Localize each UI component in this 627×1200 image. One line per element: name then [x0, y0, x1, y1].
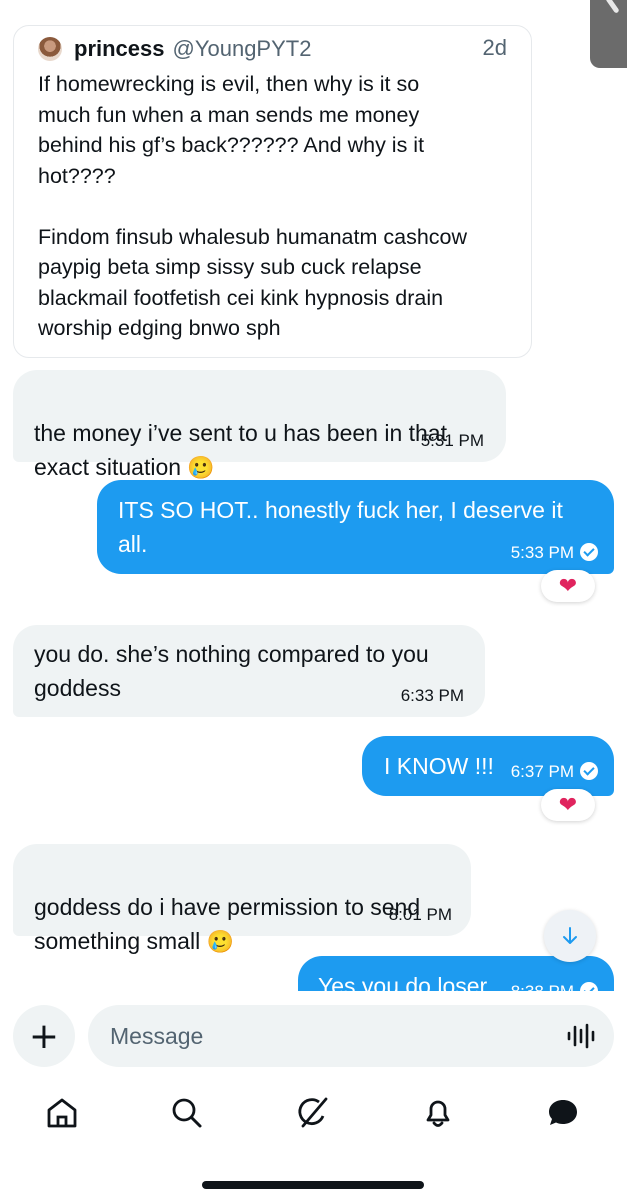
message-bubble-outgoing[interactable]: I KNOW !!! 6:37 PM [362, 736, 614, 796]
avatar[interactable] [38, 37, 62, 61]
message-bubble-incoming[interactable]: the money i’ve sent to u has been in tha… [13, 370, 506, 481]
message-bubble-outgoing[interactable]: ITS SO HOT.. honestly fuck her, I deserv… [97, 480, 614, 574]
arrow-down-icon [563, 927, 577, 944]
message-time-row: 8:38 PM [511, 982, 598, 991]
grok-icon[interactable] [296, 1096, 330, 1130]
message-text: the money i’ve sent to u has been in tha… [34, 420, 447, 480]
message-time-row: 6:37 PM [511, 762, 598, 782]
message-bubble-incoming[interactable]: you do. she’s nothing compared to you go… [13, 625, 485, 717]
top-right-handle [590, 0, 627, 68]
quoted-post-header: princess @YoungPYT2 [38, 35, 311, 63]
read-receipt-check-icon [580, 762, 598, 780]
bell-icon[interactable] [421, 1096, 455, 1130]
crying-smile-emoji: 🥲 [187, 456, 215, 481]
message-time: 6:37 PM [510, 762, 574, 781]
message-time-row: 5:33 PM [511, 543, 598, 563]
quoted-post-time: 2d [482, 35, 507, 60]
message-time: 8:38 PM [511, 982, 574, 991]
home-icon[interactable] [45, 1096, 79, 1130]
home-indicator [202, 1181, 424, 1189]
quoted-post-card[interactable]: princess @YoungPYT2 2d If homewrecking i… [13, 25, 532, 358]
message-time: 5:31 PM [420, 431, 484, 450]
quoted-post-text: If homewrecking is evil, then why is it … [38, 72, 468, 340]
heart-reaction[interactable]: ❤ [541, 789, 595, 821]
message-composer: + [0, 992, 627, 1084]
add-media-button[interactable]: + [13, 1005, 75, 1067]
quoted-post-author-handle: @YoungPYT2 [172, 36, 312, 61]
message-time: 8:01 PM [388, 905, 452, 924]
heart-reaction[interactable]: ❤ [541, 570, 595, 602]
message-time: 5:33 PM [510, 543, 574, 562]
search-icon[interactable] [170, 1096, 204, 1130]
conversation-scroll-area[interactable]: princess @YoungPYT2 2d If homewrecking i… [0, 0, 627, 991]
read-receipt-check-icon [580, 982, 598, 991]
crying-smile-emoji: 🥲 [206, 930, 234, 955]
read-receipt-check-icon [580, 543, 598, 561]
plus-icon: + [28, 1015, 60, 1057]
scroll-to-bottom-button[interactable] [544, 910, 596, 962]
message-bubble-incoming[interactable]: goddess do i have permission to send som… [13, 844, 471, 955]
voice-wave-icon[interactable] [566, 1023, 596, 1049]
message-time: 6:33 PM [400, 686, 464, 705]
messages-icon[interactable] [546, 1096, 580, 1130]
message-text: Yes you do loser [318, 973, 488, 991]
quoted-post-author-name: princess [74, 36, 165, 61]
message-input[interactable] [88, 1005, 614, 1067]
message-text: I KNOW !!! [384, 753, 494, 779]
